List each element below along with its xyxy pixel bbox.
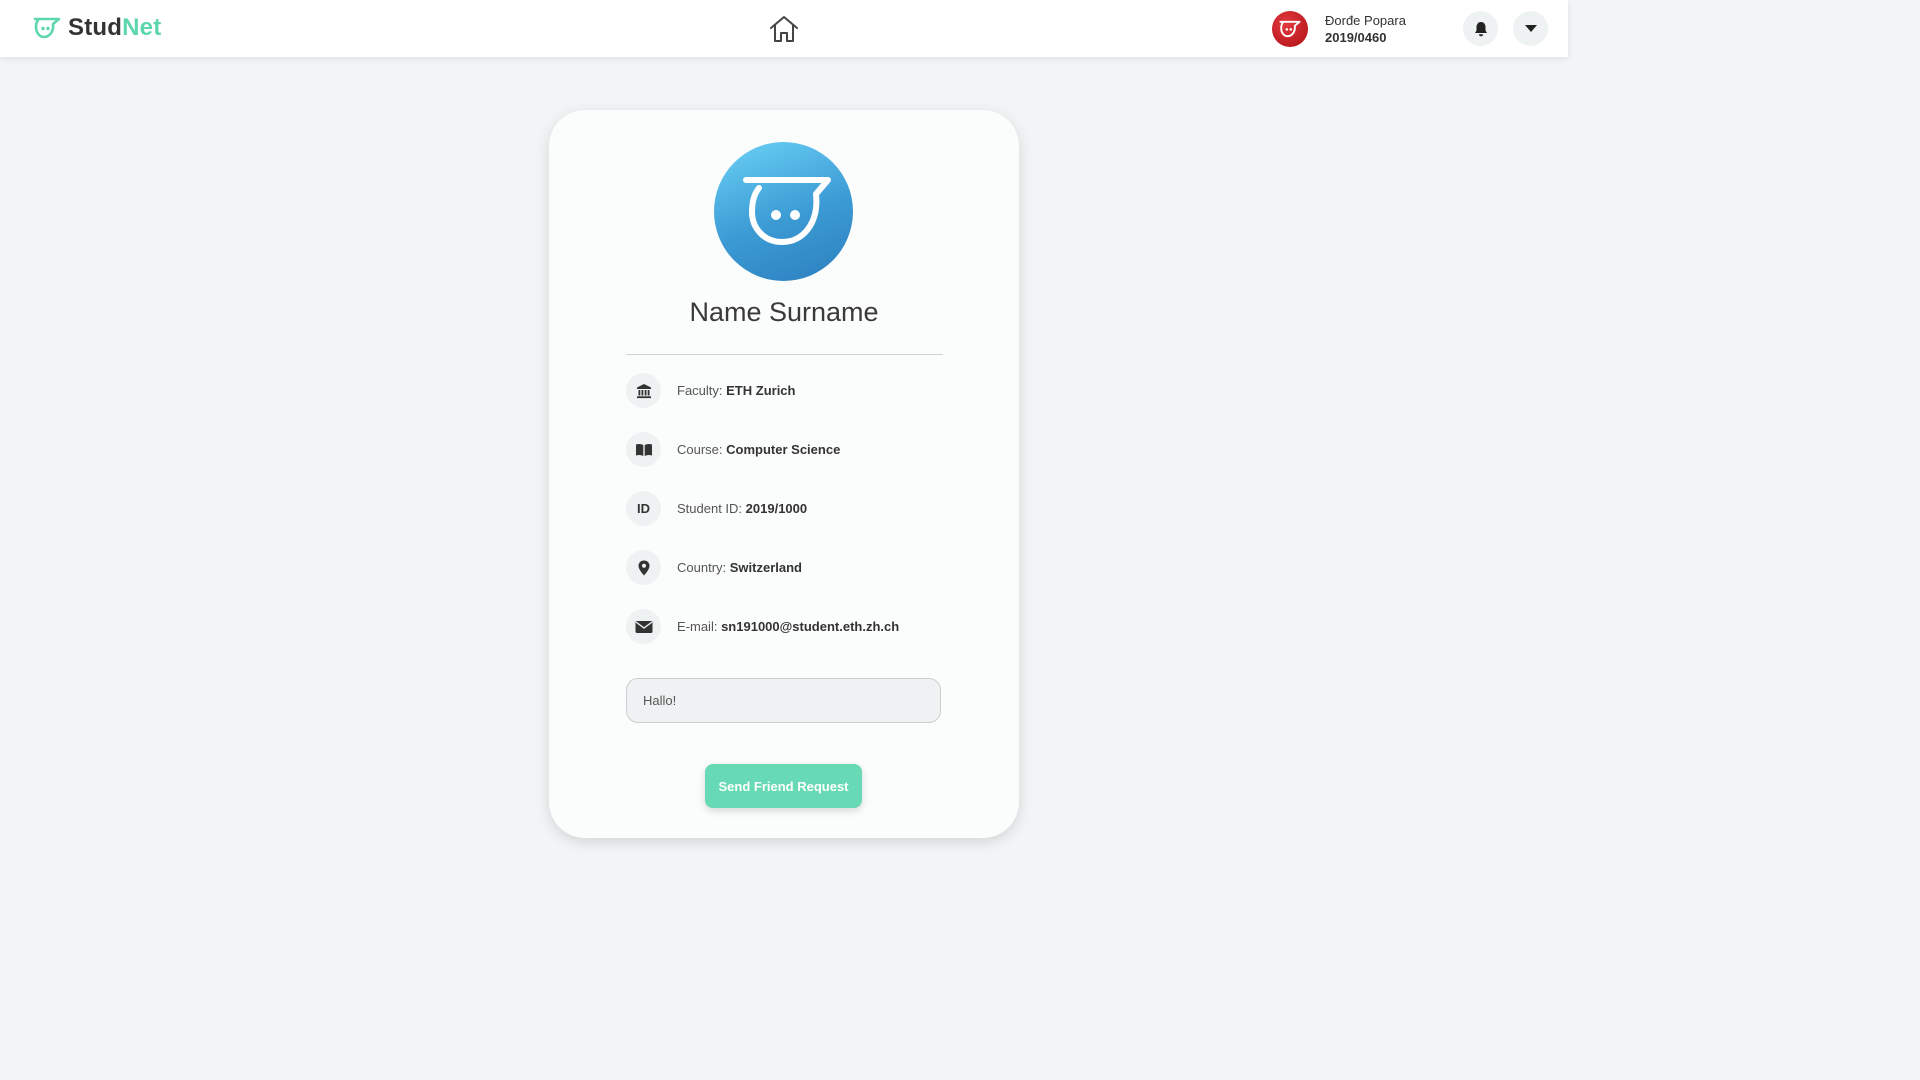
bell-icon — [1474, 21, 1487, 36]
home-icon — [770, 16, 798, 42]
info-row-faculty: Faculty: ETH Zurich — [626, 373, 795, 408]
course-value: Computer Science — [726, 442, 841, 457]
profile-name: Name Surname — [689, 297, 879, 327]
book-icon — [635, 443, 652, 456]
student-id-label: Student ID: — [677, 501, 743, 516]
user-avatar-icon — [1279, 20, 1301, 38]
email-label: E-mail: — [677, 619, 718, 634]
faculty-value: ETH Zurich — [726, 383, 796, 398]
home-button[interactable] — [766, 13, 802, 45]
university-icon — [636, 383, 651, 398]
info-text-email: E-mail: sn191000@student.eth.zh.ch — [677, 619, 899, 634]
info-row-email: E-mail: sn191000@student.eth.zh.ch — [626, 609, 899, 644]
info-row-course: Course: Computer Science — [626, 432, 840, 467]
student-id-value: 2019/1000 — [745, 501, 808, 516]
info-icon-course — [626, 432, 661, 467]
info-text-course: Course: Computer Science — [677, 442, 840, 457]
studnet-logo[interactable]: StudNet — [32, 14, 161, 42]
info-text-faculty: Faculty: ETH Zurich — [677, 383, 795, 398]
course-label: Course: — [677, 442, 723, 457]
id-icon: ID — [626, 491, 661, 526]
user-avatar — [1272, 11, 1308, 47]
profile-card: Name Surname Faculty: ETH Zurich Course:… — [549, 110, 1019, 838]
chevron-down-icon — [1524, 25, 1537, 32]
country-label: Country: — [677, 560, 727, 575]
envelope-icon — [635, 620, 652, 633]
faculty-label: Faculty: — [677, 383, 723, 398]
divider — [626, 354, 943, 355]
info-icon-email — [626, 609, 661, 644]
email-value: sn191000@student.eth.zh.ch — [721, 619, 900, 634]
studnet-logo-icon — [33, 17, 61, 39]
info-text-student-id: Student ID: 2019/1000 — [677, 501, 807, 516]
info-row-country: Country: Switzerland — [626, 550, 802, 585]
info-text-country: Country: Switzerland — [677, 560, 802, 575]
user-id: 2019/0460 — [1325, 30, 1387, 45]
logo-text-stud: Stud — [68, 14, 123, 41]
notifications-button[interactable] — [1463, 11, 1498, 46]
top-navbar: StudNet Đorđe Popara 2019/0460 — [0, 0, 1568, 57]
send-friend-request-button[interactable]: Send Friend Request — [705, 764, 862, 808]
profile-avatar — [714, 142, 853, 281]
logo-text: StudNet — [68, 14, 161, 42]
location-pin-icon — [638, 560, 649, 575]
user-info: Đorđe Popara 2019/0460 — [1325, 12, 1406, 46]
info-row-student-id: ID Student ID: 2019/1000 — [626, 491, 807, 526]
logo-text-net: Net — [122, 14, 162, 41]
user-profile-menu[interactable]: Đorđe Popara 2019/0460 — [1272, 10, 1406, 48]
info-icon-faculty — [626, 373, 661, 408]
info-icon-country — [626, 550, 661, 585]
friend-request-message-input[interactable] — [626, 678, 941, 723]
studnet-avatar-icon — [742, 176, 831, 245]
country-value: Switzerland — [729, 560, 803, 575]
user-name: Đorđe Popara — [1325, 13, 1406, 28]
dropdown-menu-button[interactable] — [1513, 11, 1548, 46]
